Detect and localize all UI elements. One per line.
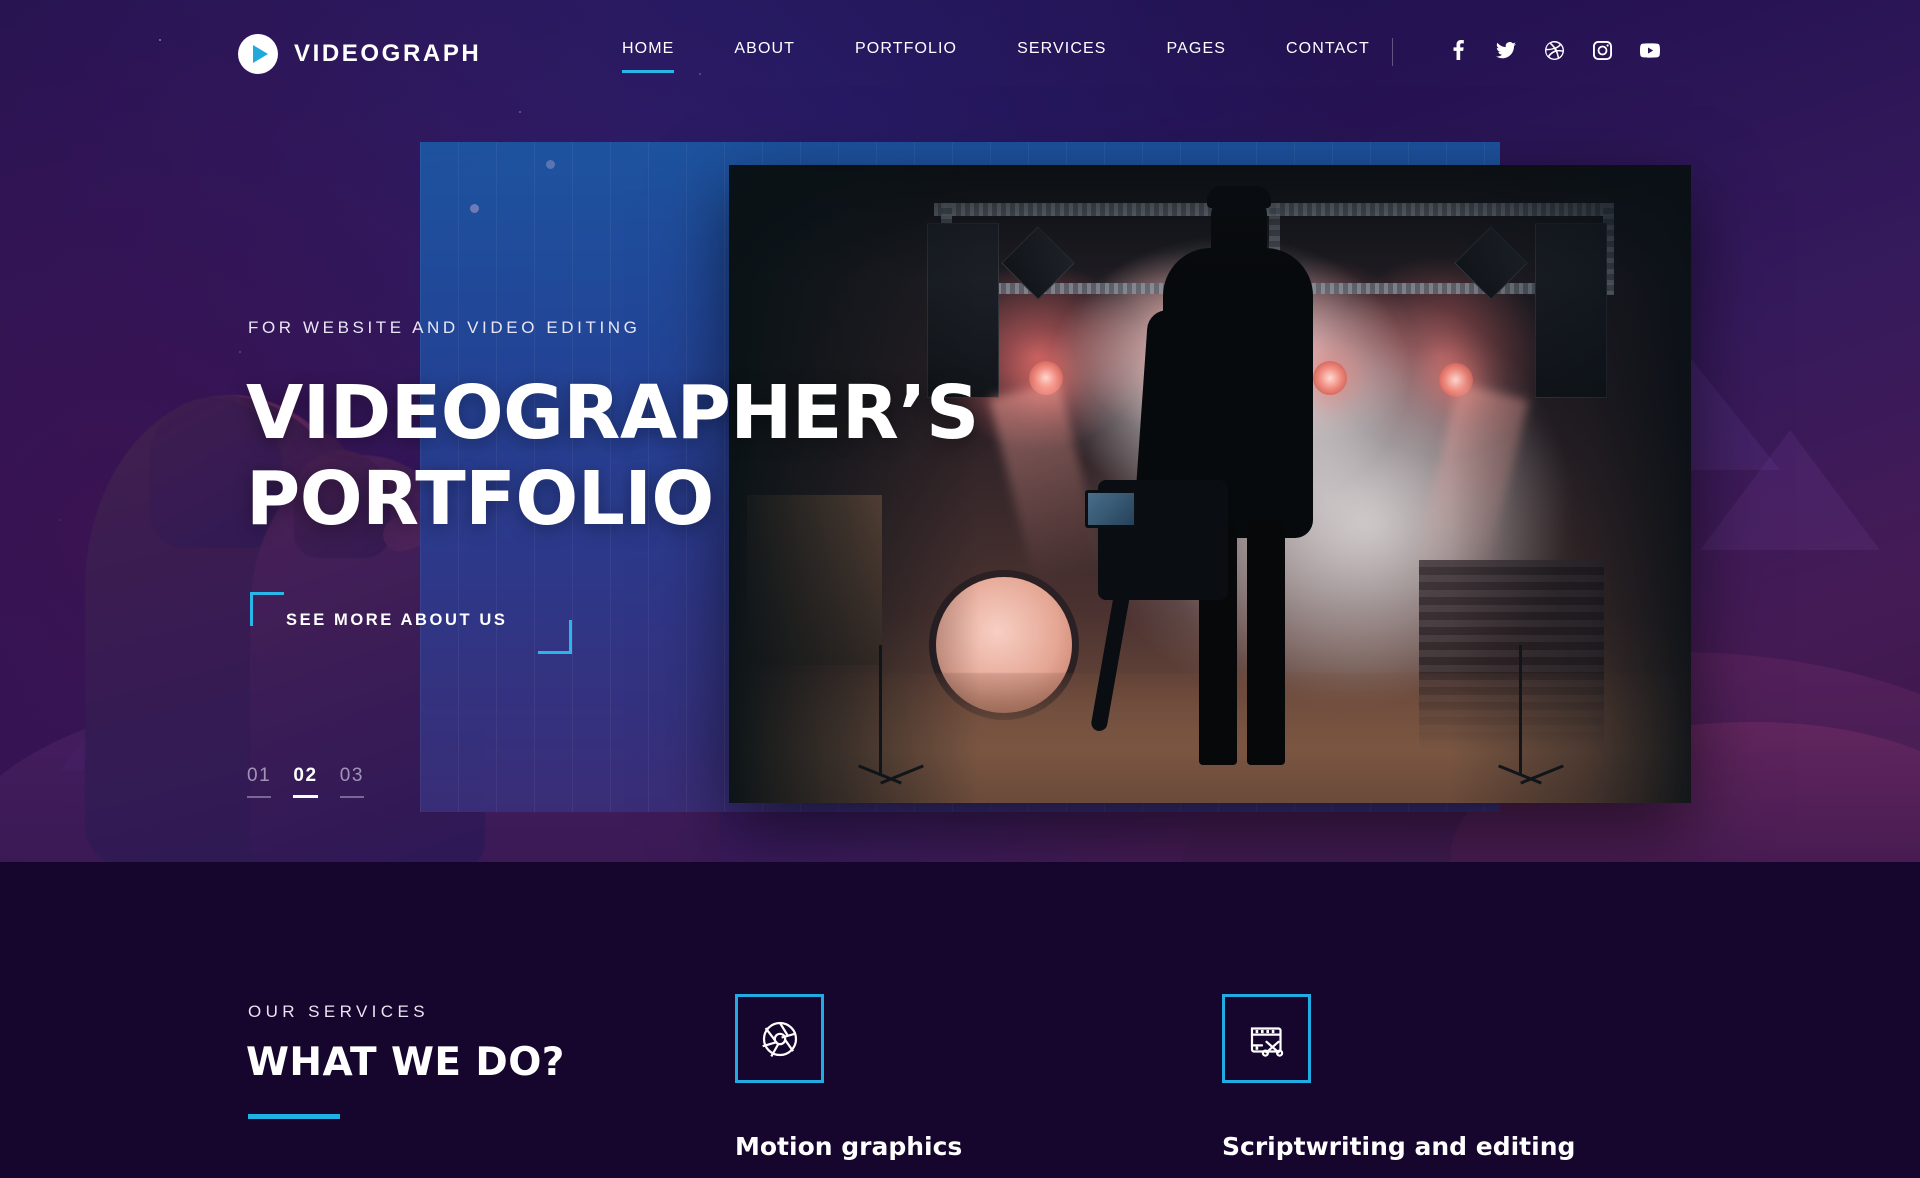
twitter-icon[interactable] <box>1496 40 1516 60</box>
panel-dot <box>470 204 479 213</box>
instagram-icon[interactable] <box>1592 40 1612 60</box>
see-more-about-us-button[interactable]: SEE MORE ABOUT US <box>250 592 572 654</box>
services-eyebrow: OUR SERVICES <box>248 1002 429 1021</box>
slide-indicator-02[interactable]: 02 <box>293 765 319 798</box>
service-card-title: Motion graphics <box>735 1132 963 1161</box>
brand-logo[interactable]: VIDEOGRAPH <box>238 34 481 74</box>
services-title: WHAT WE DO? <box>246 1040 565 1085</box>
nav-item-about[interactable]: ABOUT <box>704 40 825 58</box>
service-card-scriptwriting[interactable]: Scriptwriting and editing Whether you’re… <box>1222 994 1662 1178</box>
slide-indicator-03[interactable]: 03 <box>339 765 365 798</box>
aperture-icon <box>735 994 824 1083</box>
social-links <box>1448 40 1660 60</box>
hero-title: VIDEOGRAPHER’S PORTFOLIO <box>246 370 979 542</box>
dribbble-icon[interactable] <box>1544 40 1564 60</box>
hero-section: FOR WEBSITE AND VIDEO EDITING VIDEOGRAPH… <box>0 0 1920 862</box>
panel-dot <box>546 160 555 169</box>
facebook-icon[interactable] <box>1448 40 1468 60</box>
services-section: OUR SERVICES WHAT WE DO? Motion graphics… <box>0 862 1920 1178</box>
main-navigation: HOME ABOUT PORTFOLIO SERVICES PAGES CONT… <box>592 40 1400 73</box>
slider-pagination[interactable]: 01 02 03 <box>247 765 365 798</box>
film-scissors-icon <box>1222 994 1311 1083</box>
service-card-title: Scriptwriting and editing <box>1222 1132 1576 1161</box>
nav-item-contact[interactable]: CONTACT <box>1256 40 1400 58</box>
slide-indicator-01[interactable]: 01 <box>247 765 272 798</box>
hero-title-line-2: PORTFOLIO <box>246 456 714 542</box>
site-header: VIDEOGRAPH HOME ABOUT PORTFOLIO SERVICES… <box>0 0 1920 112</box>
youtube-icon[interactable] <box>1640 40 1660 60</box>
hero-eyebrow: FOR WEBSITE AND VIDEO EDITING <box>248 318 641 337</box>
service-card-motion-graphics[interactable]: Motion graphics Whether you’re half way … <box>735 994 1175 1178</box>
nav-item-home[interactable]: HOME <box>592 40 704 73</box>
nav-item-portfolio[interactable]: PORTFOLIO <box>825 40 987 58</box>
hero-title-line-1: VIDEOGRAPHER’S <box>246 370 979 456</box>
bracket-bottom-right-decoration <box>538 620 572 654</box>
page-root: FOR WEBSITE AND VIDEO EDITING VIDEOGRAPH… <box>0 0 1920 1178</box>
play-triangle-icon <box>253 45 268 63</box>
play-circle-icon <box>238 34 278 74</box>
nav-item-services[interactable]: SERVICES <box>987 40 1136 58</box>
services-accent-bar <box>248 1114 340 1119</box>
brand-name: VIDEOGRAPH <box>294 40 482 67</box>
nav-item-pages[interactable]: PAGES <box>1137 40 1256 58</box>
header-divider <box>1392 38 1393 66</box>
bracket-top-left-decoration <box>250 592 284 626</box>
see-more-about-us-label: SEE MORE ABOUT US <box>286 611 508 629</box>
illustration-polygon-2 <box>1700 430 1880 550</box>
